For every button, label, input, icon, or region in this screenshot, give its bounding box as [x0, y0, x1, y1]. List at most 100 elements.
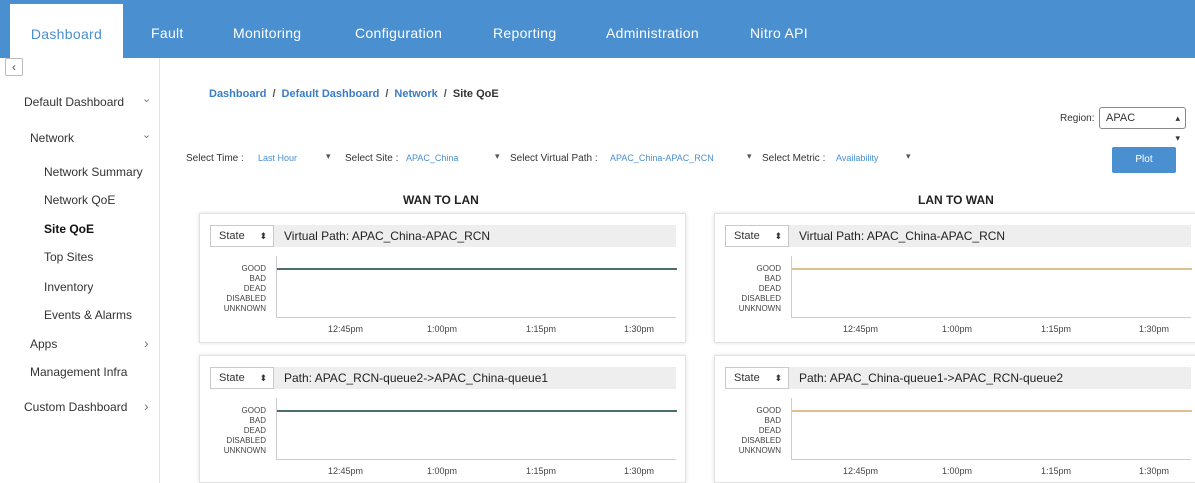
x-tick-label: 12:45pm: [843, 324, 879, 334]
x-tick-label: 1:15pm: [1041, 324, 1072, 334]
dropdown-arrow-icon[interactable]: ▾: [747, 151, 752, 162]
nav-fault[interactable]: Fault: [151, 0, 184, 58]
nav-monitoring[interactable]: Monitoring: [233, 0, 301, 58]
state-select[interactable]: State ⬍: [210, 367, 274, 389]
y-tick-label: GOOD: [756, 264, 781, 273]
plot-area: [791, 398, 1192, 460]
y-tick-label: BAD: [764, 274, 781, 283]
sidebar-item-inventory[interactable]: Inventory: [44, 280, 93, 294]
nav-administration[interactable]: Administration: [606, 0, 699, 58]
sidebar-item-default-dashboard[interactable]: Default Dashboard: [24, 95, 124, 109]
breadcrumb-separator: /: [385, 88, 389, 100]
wan-to-lan-title: WAN TO LAN: [403, 193, 479, 207]
sidebar-item-site-qoe[interactable]: Site QoE: [44, 222, 94, 236]
state-select[interactable]: State ⬍: [210, 225, 274, 247]
breadcrumb: Dashboard / Default Dashboard / Network / Site…: [209, 88, 499, 100]
y-tick-label: DEAD: [758, 426, 781, 435]
path-title: Path: APAC_RCN-queue2->APAC_China-queue1: [284, 371, 549, 385]
y-tick-label: DISABLED: [226, 294, 266, 303]
wan-path-panel: State ⬍ Path: APAC_RCN-queue2->APAC_China-…: [199, 355, 686, 483]
plot-area: [791, 256, 1192, 318]
panel-header: State ⬍ Virtual Path: APAC_China-APAC_RCN: [725, 225, 1191, 247]
x-tick-label: 1:15pm: [526, 324, 557, 334]
nav-dashboard[interactable]: Dashboard: [10, 0, 123, 58]
x-tick-label: 1:30pm: [1139, 324, 1170, 334]
x-tick-label: 1:30pm: [624, 324, 655, 334]
panel-header: State ⬍ Virtual Path: APAC_China-APAC_RCN: [210, 225, 676, 247]
top-nav: Dashboard Fault Monitoring Configuration…: [0, 0, 1195, 58]
series-line: [277, 268, 677, 270]
sidebar-item-network-summary[interactable]: Network Summary: [44, 165, 143, 179]
panel-header: State ⬍ Path: APAC_RCN-queue2->APAC_China-…: [210, 367, 676, 389]
breadcrumb-default-dashboard[interactable]: Default Dashboard: [282, 88, 380, 100]
y-tick-label: BAD: [764, 416, 781, 425]
series-line: [792, 410, 1192, 412]
sidebar-item-network[interactable]: Network: [30, 131, 74, 145]
nav-reporting[interactable]: Reporting: [493, 0, 556, 58]
region-select[interactable]: APAC ▴ ▾: [1099, 107, 1186, 143]
y-tick-label: DEAD: [243, 426, 266, 435]
x-tick-label: 1:30pm: [1139, 466, 1170, 476]
sidebar-item-apps[interactable]: Apps: [30, 337, 57, 351]
region-value: APAC: [1106, 112, 1136, 124]
plot-area: [276, 256, 677, 318]
sidebar-item-custom-dashboard[interactable]: Custom Dashboard: [24, 400, 127, 414]
updown-arrow-icon: ⬍: [774, 373, 782, 383]
x-tick-label: 12:45pm: [843, 466, 879, 476]
breadcrumb-dashboard[interactable]: Dashboard: [209, 88, 266, 100]
y-tick-label: UNKNOWN: [223, 446, 266, 455]
y-tick-label: UNKNOWN: [738, 446, 781, 455]
collapse-sidebar-icon[interactable]: ‹: [5, 58, 23, 76]
y-tick-label: BAD: [249, 416, 266, 425]
region-label: Region:: [1060, 113, 1095, 124]
state-select-value: State: [734, 230, 760, 242]
updown-arrow-icon: ⬍: [774, 231, 782, 241]
breadcrumb-current: Site QoE: [452, 88, 499, 100]
y-tick-label: DEAD: [243, 284, 266, 293]
path-title: Virtual Path: APAC_China-APAC_RCN: [284, 229, 491, 243]
dropdown-arrow-icon[interactable]: ▾: [906, 151, 911, 162]
chevron-right-icon[interactable]: ›: [144, 335, 149, 351]
x-tick-label: 1:00pm: [942, 466, 973, 476]
select-site-dropdown[interactable]: APAC_China: [406, 153, 458, 163]
lan-to-wan-title: LAN TO WAN: [918, 193, 994, 207]
state-select-value: State: [219, 372, 245, 384]
state-select[interactable]: State ⬍: [725, 367, 789, 389]
lan-path-panel: State ⬍ Path: APAC_China-queue1->APAC_RCN-…: [714, 355, 1195, 483]
select-virtual-path-dropdown[interactable]: APAC_China-APAC_RCN: [610, 153, 714, 163]
sidebar-item-management-infra[interactable]: Management Infra: [30, 365, 127, 379]
plot-button[interactable]: Plot: [1112, 147, 1176, 173]
y-tick-label: DISABLED: [741, 436, 781, 445]
chevron-right-icon[interactable]: ›: [144, 398, 149, 414]
nav-nitro-api[interactable]: Nitro API: [750, 0, 808, 58]
state-select-value: State: [734, 372, 760, 384]
select-virtual-path-label: Select Virtual Path :: [510, 153, 598, 164]
y-tick-label: UNKNOWN: [223, 304, 266, 313]
sidebar-item-top-sites[interactable]: Top Sites: [44, 250, 93, 264]
sidebar-item-network-qoe[interactable]: Network QoE: [44, 193, 115, 207]
dropdown-arrow-icon[interactable]: ▾: [326, 151, 331, 162]
state-select-value: State: [219, 230, 245, 242]
chevron-down-icon[interactable]: ⌄: [142, 92, 151, 105]
x-tick-label: 1:30pm: [624, 466, 655, 476]
y-tick-label: DISABLED: [226, 436, 266, 445]
x-tick-label: 1:15pm: [526, 466, 557, 476]
dropdown-arrow-icon[interactable]: ▾: [495, 151, 500, 162]
breadcrumb-separator: /: [443, 88, 447, 100]
y-axis-labels: GOOD BAD DEAD DISABLED UNKNOWN: [731, 406, 781, 456]
sidebar-item-events-alarms[interactable]: Events & Alarms: [44, 308, 132, 322]
y-axis-labels: GOOD BAD DEAD DISABLED UNKNOWN: [216, 406, 266, 456]
updown-arrow-icon: ⬍: [259, 231, 267, 241]
x-tick-label: 1:00pm: [427, 466, 458, 476]
chevron-down-icon[interactable]: ⌄: [142, 128, 151, 141]
lan-virtual-path-panel: State ⬍ Virtual Path: APAC_China-APAC_RCN G…: [714, 213, 1195, 343]
select-time-dropdown[interactable]: Last Hour: [258, 153, 297, 163]
nav-configuration[interactable]: Configuration: [355, 0, 442, 58]
state-select[interactable]: State ⬍: [725, 225, 789, 247]
breadcrumb-network[interactable]: Network: [394, 88, 437, 100]
y-tick-label: BAD: [249, 274, 266, 283]
select-metric-dropdown[interactable]: Availability: [836, 153, 878, 163]
y-tick-label: GOOD: [241, 406, 266, 415]
wan-virtual-path-panel: State ⬍ Virtual Path: APAC_China-APAC_RCN G…: [199, 213, 686, 343]
y-tick-label: DISABLED: [741, 294, 781, 303]
